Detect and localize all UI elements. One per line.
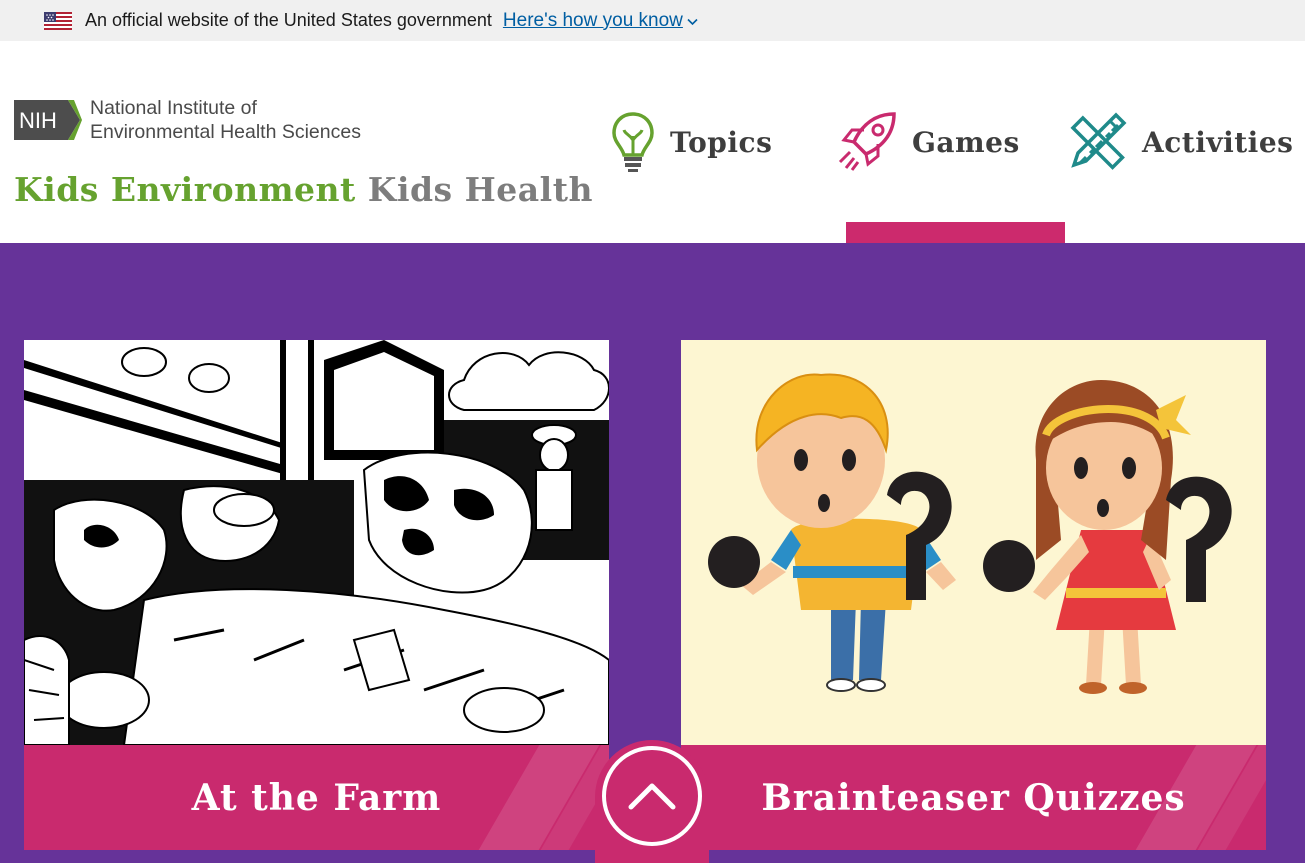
game-card-brainteaser[interactable]: Brainteaser Quizzes bbox=[681, 340, 1266, 850]
gov-banner: An official website of the United States… bbox=[0, 0, 1305, 41]
ruler-pencil-icon bbox=[1066, 111, 1128, 173]
nav-activities-label: Activities bbox=[1142, 125, 1294, 159]
nav-activities[interactable]: Activities bbox=[1066, 41, 1293, 243]
rocket-icon bbox=[836, 110, 898, 174]
site-header: NIH National Institute of Environmental … bbox=[0, 41, 1305, 243]
nav-games[interactable]: Games bbox=[836, 41, 1020, 243]
farm-coloring-image bbox=[24, 340, 609, 745]
nih-badge-icon: NIH bbox=[14, 100, 82, 140]
nav-games-label: Games bbox=[912, 125, 1020, 159]
brainteaser-card-banner[interactable]: Brainteaser Quizzes bbox=[681, 745, 1266, 850]
site-title-part1: Kids Environment bbox=[14, 170, 356, 209]
game-card-farm[interactable]: At the Farm bbox=[24, 340, 609, 850]
us-flag-icon bbox=[44, 11, 72, 30]
nav-topics-label: Topics bbox=[670, 125, 773, 159]
chevron-down-icon bbox=[687, 18, 698, 25]
heres-how-you-know-link[interactable]: Here's how you know bbox=[503, 10, 698, 32]
nih-badge-text: NIH bbox=[19, 108, 57, 133]
site-title-part2: Kids Health bbox=[367, 170, 593, 209]
brainteaser-image bbox=[681, 340, 1266, 745]
heres-how-you-know-label: Here's how you know bbox=[502, 9, 683, 31]
nih-name-line2: Environmental Health Sciences bbox=[90, 121, 361, 143]
nih-name-line1: National Institute of bbox=[90, 97, 257, 119]
back-to-top-ring bbox=[602, 746, 702, 846]
site-title[interactable]: Kids Environment Kids Health bbox=[14, 170, 593, 209]
lightbulb-icon bbox=[610, 110, 656, 174]
back-to-top-button[interactable] bbox=[595, 740, 709, 863]
nav-games-active-indicator bbox=[846, 222, 1065, 243]
farm-card-title: At the Farm bbox=[191, 776, 442, 819]
brainteaser-card-title: Brainteaser Quizzes bbox=[761, 776, 1186, 819]
farm-card-banner[interactable]: At the Farm bbox=[24, 745, 609, 850]
chevron-up-icon bbox=[628, 783, 676, 810]
nih-logo[interactable]: NIH National Institute of Environmental … bbox=[14, 96, 361, 144]
nav-topics[interactable]: Topics bbox=[610, 41, 772, 243]
nih-institute-name: National Institute of Environmental Heal… bbox=[90, 96, 361, 144]
gov-banner-text: An official website of the United States… bbox=[85, 10, 492, 30]
